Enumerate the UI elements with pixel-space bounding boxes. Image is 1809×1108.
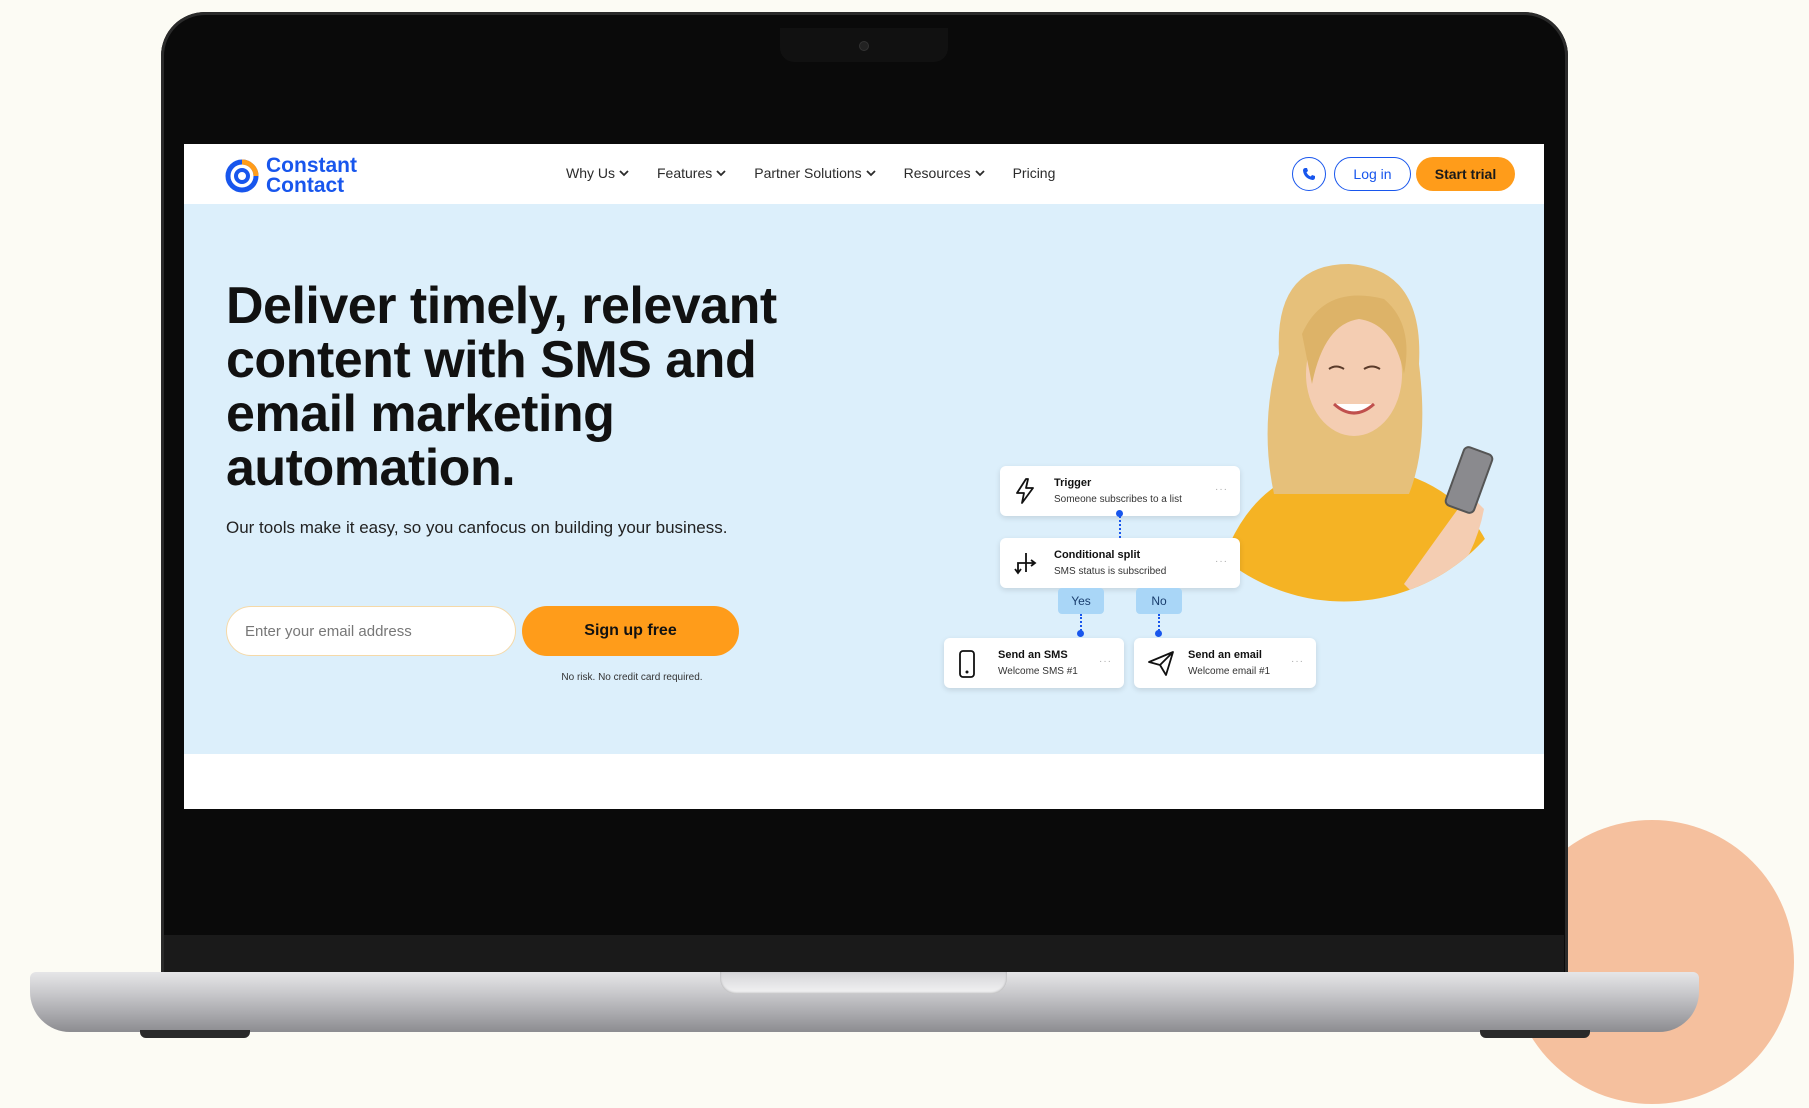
split-arrow-icon: [1014, 553, 1037, 575]
nav-item-why-us[interactable]: Why Us: [566, 165, 629, 181]
laptop-hinge-notch: [720, 972, 1007, 994]
connector-line: [1119, 516, 1121, 538]
laptop-bezel: [164, 935, 1564, 977]
sms-title: Send an SMS: [998, 649, 1068, 661]
login-button[interactable]: Log in: [1334, 157, 1411, 191]
logo-line1: Constant: [266, 154, 357, 177]
sign-up-free-button[interactable]: Sign up free: [522, 606, 739, 656]
start-trial-button[interactable]: Start trial: [1416, 157, 1515, 191]
phone-device-icon: [959, 650, 975, 678]
woman-with-phone-image: [1204, 264, 1504, 602]
sms-subtitle: Welcome SMS #1: [998, 666, 1078, 677]
more-options-icon[interactable]: ···: [1291, 656, 1304, 667]
nav-item-resources[interactable]: Resources: [904, 165, 985, 181]
laptop-foot: [140, 1030, 250, 1038]
chevron-down-icon: [866, 169, 876, 176]
trigger-title: Trigger: [1054, 477, 1092, 489]
laptop-foot: [1480, 1030, 1590, 1038]
logo-text: Constant Contact: [266, 154, 357, 197]
nav-item-pricing[interactable]: Pricing: [1013, 165, 1056, 181]
nav-item-label: Partner Solutions: [754, 165, 862, 181]
no-branch-label: No: [1136, 588, 1182, 614]
nav-item-features[interactable]: Features: [657, 165, 726, 181]
chevron-down-icon: [716, 169, 726, 176]
constant-contact-logo[interactable]: Constant Contact: [224, 154, 357, 197]
email-subtitle: Welcome email #1: [1188, 666, 1271, 677]
more-options-icon[interactable]: ···: [1099, 656, 1112, 667]
nav-item-label: Resources: [903, 165, 971, 181]
logo-line2: Contact: [266, 174, 345, 197]
nav-item-partner-solutions[interactable]: Partner Solutions: [754, 165, 876, 181]
chevron-down-icon: [619, 169, 629, 176]
lightning-icon: [1016, 478, 1034, 504]
connector-dot: [1155, 630, 1162, 637]
logo-mark-icon: [225, 159, 259, 193]
camera-icon: [859, 41, 869, 51]
nav-item-label: Pricing: [1012, 165, 1056, 181]
phone-icon: [1303, 168, 1315, 180]
email-title: Send an email: [1188, 649, 1262, 661]
phone-button[interactable]: [1292, 157, 1326, 191]
hero-headline: Deliver timely, relevant content with SM…: [226, 277, 777, 497]
trigger-card[interactable]: Trigger Someone subscribes to a list ···: [1000, 466, 1240, 516]
send-email-card[interactable]: Send an email Welcome email #1 ···: [1134, 638, 1316, 688]
nav-links: Why Us Features Partner Solutions Resour…: [566, 165, 1083, 181]
email-input[interactable]: [226, 606, 516, 656]
hero-section: Deliver timely, relevant content with SM…: [184, 204, 1544, 754]
trigger-subtitle: Someone subscribes to a list: [1054, 494, 1182, 505]
connector-dot: [1077, 630, 1084, 637]
nav-item-label: Why Us: [566, 165, 615, 181]
signup-disclaimer: No risk. No credit card required.: [561, 672, 703, 683]
hero-subtext: Our tools make it easy, so you canfocus …: [226, 518, 728, 537]
send-sms-card[interactable]: Send an SMS Welcome SMS #1 ···: [944, 638, 1124, 688]
more-options-icon[interactable]: ···: [1215, 484, 1228, 495]
conditional-split-card[interactable]: Conditional split SMS status is subscrib…: [1000, 538, 1240, 588]
split-subtitle: SMS status is subscribed: [1054, 566, 1167, 577]
connector-dot: [1116, 510, 1123, 517]
more-options-icon[interactable]: ···: [1215, 556, 1228, 567]
chevron-down-icon: [974, 169, 985, 176]
split-title: Conditional split: [1054, 549, 1141, 561]
top-navbar: Constant Contact Why Us Features Partner…: [184, 144, 1544, 204]
nav-item-label: Features: [657, 165, 713, 181]
paper-plane-icon: [1148, 651, 1174, 676]
laptop-screen: Constant Contact Why Us Features Partner…: [184, 144, 1544, 809]
yes-branch-label: Yes: [1058, 588, 1104, 614]
